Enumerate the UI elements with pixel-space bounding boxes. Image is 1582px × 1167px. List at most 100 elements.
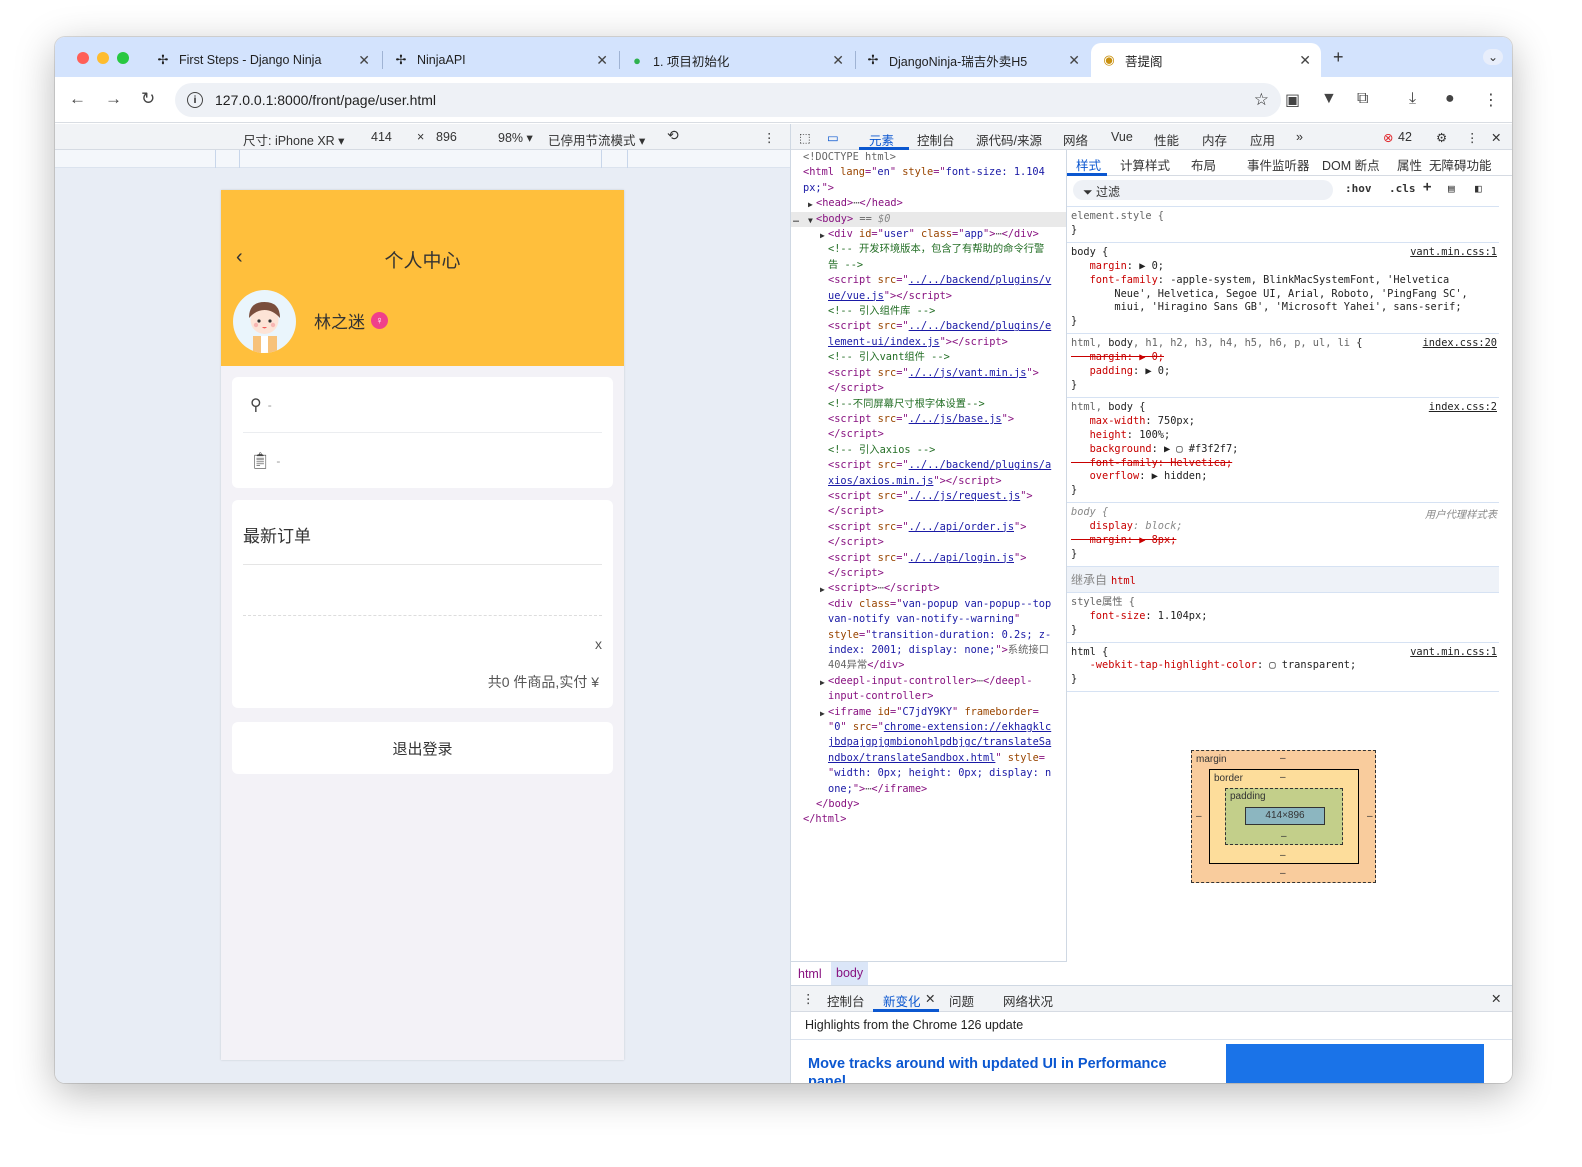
settings-gear-icon[interactable]: ⚙ xyxy=(1436,130,1447,145)
rule-source-link[interactable]: index.css:2 xyxy=(1429,401,1497,413)
download-icon[interactable]: ⤓ xyxy=(1409,90,1416,108)
close-drawer-icon[interactable]: ✕ xyxy=(1491,991,1501,1006)
source-link[interactable]: chrome-extension://ekhagklc xyxy=(884,721,1051,733)
expand-triangle-icon[interactable]: ▶ xyxy=(808,197,813,212)
hov-toggle[interactable]: :hov xyxy=(1345,182,1372,195)
dom-line[interactable]: style="transition-duration: 0.2s; z- xyxy=(791,628,1066,643)
elements-tree[interactable]: <!DOCTYPE html> <html lang="en" style="fo… xyxy=(791,150,1067,961)
browser-tab[interactable]: ● 1. 项目初始化 ✕ xyxy=(619,43,854,77)
browser-tab[interactable]: ✢ NinjaAPI ✕ xyxy=(383,43,618,77)
dom-line[interactable]: <div class="van-popup van-popup--top xyxy=(791,597,1066,612)
profile-avatar[interactable]: ● xyxy=(1445,90,1455,108)
width-input[interactable]: 414 xyxy=(371,130,392,144)
device-toggle-icon[interactable]: ▭ xyxy=(827,130,839,145)
collapse-triangle-icon[interactable]: ▼ xyxy=(808,213,813,228)
css-rule[interactable]: vant.min.css:1 html { -webkit-tap-highlig… xyxy=(1067,643,1499,693)
close-tab-icon[interactable]: ✕ xyxy=(832,52,844,69)
dom-line[interactable]: "0" src="chrome-extension://ekhagklc xyxy=(791,720,1066,735)
dom-line[interactable]: ▶ <div id="user" class="app">⋯</div> xyxy=(791,227,1066,242)
dom-node-selected[interactable]: … ▼ <body> == $0 xyxy=(791,211,1066,228)
drawer-tab-whats-new[interactable]: 新变化 xyxy=(883,991,921,1010)
drawer-tab-console[interactable]: 控制台 xyxy=(827,991,865,1010)
close-window-button[interactable] xyxy=(77,52,89,64)
node-menu-icon[interactable]: … xyxy=(793,212,799,227)
cls-toggle[interactable]: .cls xyxy=(1389,182,1416,195)
dom-line[interactable]: ue/vue.js"></script> xyxy=(791,289,1066,304)
close-tab-icon[interactable]: ✕ xyxy=(1068,52,1080,69)
expand-triangle-icon[interactable]: ▶ xyxy=(820,228,825,243)
tab-console[interactable]: 控制台 xyxy=(917,130,955,149)
extensions-puzzle-icon[interactable]: ⧉ xyxy=(1357,90,1368,108)
sidebar-toggle-icon[interactable]: ◧ xyxy=(1475,182,1482,195)
height-input[interactable]: 896 xyxy=(436,130,457,144)
inspect-element-icon[interactable]: ⬚ xyxy=(799,130,811,145)
dom-line[interactable]: ▶ <head>⋯</head> xyxy=(791,196,1066,211)
dom-line[interactable]: <script src="./../js/request.js"> xyxy=(791,489,1066,504)
paint-icon[interactable]: ▤ xyxy=(1448,182,1455,195)
styles-filter-input[interactable]: ⏷ 过滤 xyxy=(1073,180,1333,200)
source-link[interactable]: ../../backend/plugins/v xyxy=(909,274,1052,286)
tab-search-button[interactable]: ⌄ xyxy=(1483,49,1504,65)
error-count[interactable]: 42 xyxy=(1398,130,1412,144)
more-tabs-button[interactable]: » xyxy=(1296,130,1303,144)
tab-computed[interactable]: 计算样式 xyxy=(1120,155,1170,174)
drawer-tab-issues[interactable]: 问题 xyxy=(949,991,974,1010)
rule-source-link[interactable]: vant.min.css:1 xyxy=(1410,246,1497,258)
css-rule[interactable]: style属性 { font-size: 1.104px;} xyxy=(1067,593,1499,643)
extension-icon[interactable]: ▣ xyxy=(1285,90,1300,110)
dom-line[interactable]: </script> xyxy=(791,535,1066,550)
more-icon[interactable]: ⋮ xyxy=(1466,130,1479,145)
source-link[interactable]: lement-ui/index.js xyxy=(828,336,940,348)
source-link[interactable]: ./../js/base.js xyxy=(909,413,1002,425)
dom-line[interactable]: <script src="../../backend/plugins/v xyxy=(791,273,1066,288)
tab-sources[interactable]: 源代码/来源 xyxy=(976,130,1042,149)
dom-line[interactable]: index: 2001; display: none;">系统接口 xyxy=(791,643,1066,658)
dom-line[interactable]: ▶ <script>⋯</script> xyxy=(791,581,1066,596)
breadcrumb-body[interactable]: body xyxy=(831,962,869,985)
dom-line[interactable]: <script src="../../backend/plugins/e xyxy=(791,319,1066,334)
news-link[interactable]: Move tracks around with updated UI in Pe… xyxy=(808,1055,1188,1083)
tab-styles[interactable]: 样式 xyxy=(1076,155,1101,174)
tab-layout[interactable]: 布局 xyxy=(1191,155,1216,174)
vue-devtools-icon[interactable]: ▼ xyxy=(1321,90,1337,108)
drawer-tab-network-conditions[interactable]: 网络状况 xyxy=(1003,991,1053,1010)
dom-line[interactable]: <script src="./../api/order.js"> xyxy=(791,520,1066,535)
forward-button[interactable]: → xyxy=(105,89,122,109)
tab-vue[interactable]: Vue xyxy=(1111,130,1133,144)
logout-button[interactable]: 退出登录 xyxy=(232,722,613,774)
dom-line[interactable]: </body> xyxy=(791,797,1066,812)
new-rule-icon[interactable]: + xyxy=(1423,179,1431,195)
dom-line[interactable]: 404异常</div> xyxy=(791,658,1066,673)
css-rule[interactable]: vant.min.css:1 body { margin: ▶ 0; font-f… xyxy=(1067,243,1499,335)
rule-source-link[interactable]: vant.min.css:1 xyxy=(1410,646,1497,658)
rule-source-link[interactable]: index.css:20 xyxy=(1423,337,1497,349)
media-query-ruler[interactable] xyxy=(55,150,790,168)
minimize-window-button[interactable] xyxy=(97,52,109,64)
source-link[interactable]: jbdpajgpjgmbionohlpdbjgc/translateSa xyxy=(828,736,1051,748)
dom-line[interactable]: <!-- 引入vant组件 --> xyxy=(791,350,1066,365)
dom-line[interactable]: lement-ui/index.js"></script> xyxy=(791,335,1066,350)
close-tab-icon[interactable]: ✕ xyxy=(596,52,608,69)
close-devtools-icon[interactable]: ✕ xyxy=(1491,130,1501,145)
expand-triangle-icon[interactable]: ▶ xyxy=(820,706,825,721)
dom-line[interactable]: <!-- 开发环境版本，包含了有帮助的命令行警 xyxy=(791,242,1066,257)
source-link[interactable]: ./../js/request.js xyxy=(909,490,1021,502)
dom-line[interactable]: <script src="./../js/vant.min.js"> xyxy=(791,366,1066,381)
browser-tab[interactable]: ✢ First Steps - Django Ninja ✕ xyxy=(145,43,380,77)
dom-line[interactable]: <script src="./../api/login.js"> xyxy=(791,551,1066,566)
dom-line[interactable]: ▶ <deepl-input-controller>⋯</deepl- xyxy=(791,674,1066,689)
dom-line[interactable]: <script src="./../js/base.js"> xyxy=(791,412,1066,427)
dom-line[interactable]: <!--不同屏幕尺寸根字体设置--> xyxy=(791,397,1066,412)
tab-event-listeners[interactable]: 事件监听器 xyxy=(1247,155,1310,174)
tab-application[interactable]: 应用 xyxy=(1250,130,1275,149)
close-tab-icon[interactable]: ✕ xyxy=(925,991,935,1006)
tab-accessibility[interactable]: 无障碍功能 xyxy=(1429,155,1492,174)
tab-memory[interactable]: 内存 xyxy=(1202,130,1227,149)
source-link[interactable]: ./../js/vant.min.js xyxy=(909,367,1027,379)
tab-network[interactable]: 网络 xyxy=(1063,130,1088,149)
dom-line[interactable]: </script> xyxy=(791,427,1066,442)
dom-line[interactable]: input-controller> xyxy=(791,689,1066,704)
breadcrumb-html[interactable]: html xyxy=(798,967,822,981)
source-link[interactable]: ./../api/order.js xyxy=(909,521,1014,533)
dom-line[interactable]: "width: 0px; height: 0px; display: n xyxy=(791,766,1066,781)
